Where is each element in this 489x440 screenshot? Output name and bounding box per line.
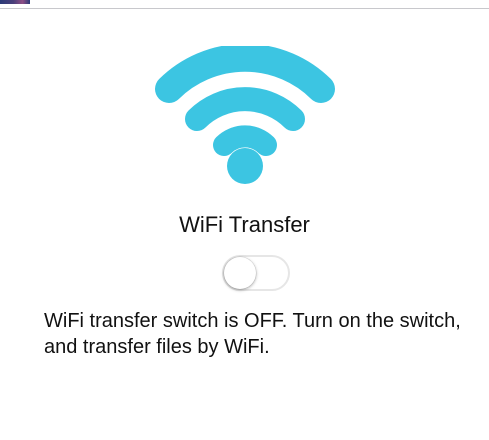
wifi-icon — [150, 46, 340, 186]
toggle-knob[interactable] — [224, 257, 256, 289]
page-title: WiFi Transfer — [179, 212, 310, 237]
top-thumbnail — [0, 0, 30, 4]
wifi-transfer-toggle[interactable] — [222, 255, 290, 291]
top-bar — [0, 0, 489, 9]
status-description: WiFi transfer switch is OFF. Turn on the… — [44, 310, 461, 358]
